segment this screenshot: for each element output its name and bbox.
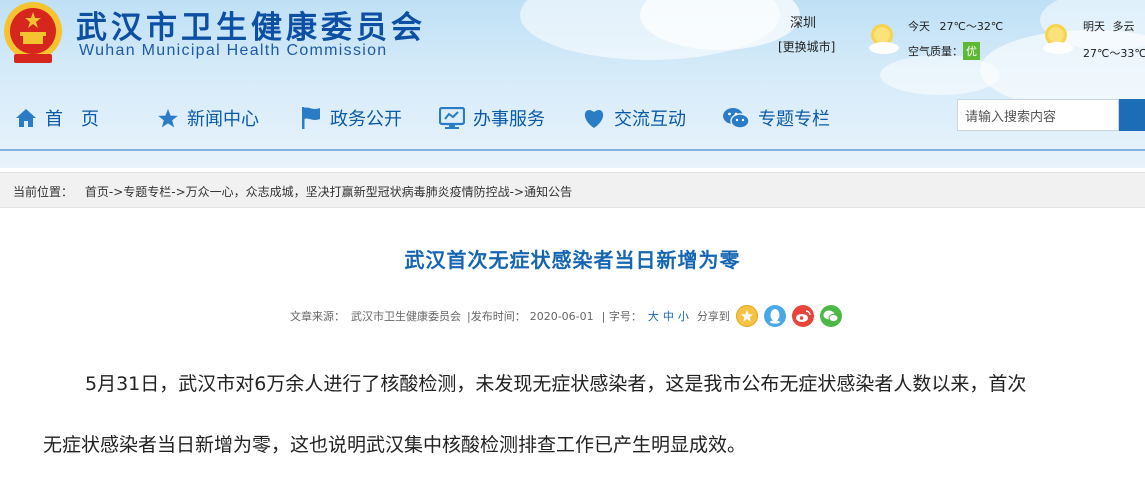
weather-city: 深圳 xyxy=(790,16,817,31)
publish-label: |发布时间： xyxy=(467,310,526,323)
nav-item-label: 政务公开 xyxy=(330,109,402,130)
search-input[interactable]: 请输入搜索内容 xyxy=(957,99,1119,131)
monitor-icon xyxy=(439,107,465,129)
weather-tomorrow: 明天 多云 xyxy=(1083,18,1135,34)
nav-item-home[interactable]: 首 页 xyxy=(15,96,99,140)
font-size-label: | 字号： xyxy=(601,310,642,323)
nav-item-label: 首 页 xyxy=(45,109,99,130)
breadcrumb-prefix: 当前位置： xyxy=(13,185,74,199)
star-icon xyxy=(158,108,178,127)
sunny-cloud-icon xyxy=(1043,24,1073,54)
nav-item-government-affairs[interactable]: 政务公开 xyxy=(300,96,402,140)
wechat-icon xyxy=(723,108,750,129)
site-title[interactable]: 武汉市卫生健康委员会 xyxy=(76,2,426,47)
national-emblem-icon xyxy=(4,2,62,63)
air-quality: 空气质量：优 xyxy=(908,42,980,60)
article-paragraph-line: 无症状感染者当日新增为零，这也说明武汉集中核酸检测排查工作已产生明显成效。 xyxy=(43,434,747,456)
tomorrow-label: 明天 xyxy=(1083,20,1105,33)
breadcrumb-item-special-topics[interactable]: 专题专栏 xyxy=(123,185,171,199)
header-divider xyxy=(0,149,1145,151)
tomorrow-condition: 多云 xyxy=(1112,20,1135,33)
today-label: 今天 xyxy=(908,20,930,33)
nav-item-services[interactable]: 办事服务 xyxy=(439,96,545,140)
cloud-decoration xyxy=(880,55,1000,95)
tomorrow-temperature: 27℃～33℃ xyxy=(1083,47,1145,60)
today-temperature: 27℃～32℃ xyxy=(939,20,1004,33)
breadcrumb-separator: -> xyxy=(108,185,124,199)
breadcrumb: 当前位置： 首页->专题专栏->万众一心，众志成城，坚决打赢新型冠状病毒肺炎疫情… xyxy=(0,172,1145,208)
nav-item-label: 交流互动 xyxy=(614,109,686,130)
search-button[interactable] xyxy=(1119,99,1145,131)
source-label: 文章来源： xyxy=(290,310,345,323)
font-size-medium-button[interactable]: 中 xyxy=(663,308,674,324)
weibo-icon[interactable] xyxy=(791,305,814,327)
nav-item-label: 办事服务 xyxy=(473,109,545,130)
article-paragraph-line: 5月31日，武汉市对6万余人进行了核酸检测，未发现无症状感染者，这是我市公布无症… xyxy=(85,373,1027,395)
wechat-icon[interactable] xyxy=(819,305,842,327)
weather-today: 今天 27℃～32℃ xyxy=(908,18,1003,34)
air-quality-label: 空气质量： xyxy=(908,45,963,58)
flag-icon xyxy=(302,107,320,129)
main-nav: 首 页 新闻中心 政务公开 办事服务 交流互动 专题专栏 xyxy=(0,96,960,140)
heart-icon xyxy=(584,110,604,128)
breadcrumb-separator: -> xyxy=(509,185,525,199)
qq-icon[interactable] xyxy=(763,305,786,327)
air-quality-badge: 优 xyxy=(963,42,980,60)
article-title: 武汉首次无症状感染者当日新增为零 xyxy=(404,248,741,272)
breadcrumb-item-topic[interactable]: 万众一心，众志成城，坚决打赢新型冠状病毒肺炎疫情防控战 xyxy=(186,185,510,199)
nav-item-special-topics[interactable]: 专题专栏 xyxy=(722,96,830,140)
article-meta: 文章来源： 武汉市卫生健康委员会 |发布时间： 2020-06-01 | 字号：… xyxy=(290,304,842,328)
breadcrumb-item-notices[interactable]: 通知公告 xyxy=(524,185,572,199)
qzone-icon[interactable] xyxy=(735,305,758,327)
breadcrumb-item-home[interactable]: 首页 xyxy=(85,185,109,199)
article-source: 武汉市卫生健康委员会 xyxy=(351,310,461,323)
nav-item-news[interactable]: 新闻中心 xyxy=(157,96,259,140)
breadcrumb-separator: -> xyxy=(171,185,186,199)
home-icon xyxy=(16,109,36,127)
nav-item-interaction[interactable]: 交流互动 xyxy=(582,96,686,140)
font-size-large-button[interactable]: 大 xyxy=(648,308,659,324)
site-header: 武汉市卫生健康委员会 Wuhan Municipal Health Commis… xyxy=(0,0,1145,168)
font-size-small-button[interactable]: 小 xyxy=(678,308,689,324)
publish-date: 2020-06-01 xyxy=(529,309,594,323)
nav-item-label: 新闻中心 xyxy=(187,109,259,130)
nav-item-label: 专题专栏 xyxy=(758,109,830,130)
share-label: 分享到 xyxy=(696,310,730,323)
sunny-cloud-icon xyxy=(869,24,899,54)
change-city-link[interactable]: [更换城市] xyxy=(778,38,835,55)
site-title-english: Wuhan Municipal Health Commission xyxy=(79,42,388,59)
